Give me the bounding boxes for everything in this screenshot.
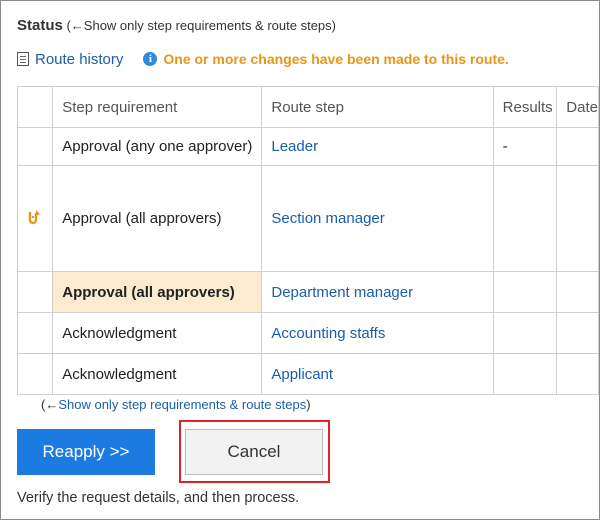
date-cell [556, 312, 599, 354]
route-step-link[interactable]: Accounting staffs [271, 325, 385, 342]
route-step-cell: Department manager [261, 271, 494, 313]
step-requirement-cell: Acknowledgment [52, 353, 263, 395]
header-step-requirement: Step requirement [52, 86, 263, 128]
show-step-requirements-link-bottom[interactable]: Show only step requirements & route step… [58, 397, 306, 412]
status-header: Status (←Show only step requirements & r… [17, 17, 336, 34]
step-requirement-cell: Approval (all approvers) [52, 165, 263, 272]
route-changed-notice: One or more changes have been made to th… [163, 51, 509, 67]
document-icon [17, 52, 29, 66]
route-step-link[interactable]: Department manager [271, 284, 413, 301]
step-requirement-cell-current: Approval (all approvers) [52, 271, 263, 313]
bottom-toggle: (←Show only step requirements & route st… [41, 397, 311, 412]
table-row: Approval (all approvers) Section manager [16, 165, 599, 272]
row-marker [16, 353, 54, 395]
route-step-link[interactable]: Leader [271, 138, 318, 155]
route-step-cell: Accounting staffs [261, 312, 494, 354]
bottom-paren-close: ) [306, 397, 311, 412]
table-row: Acknowledgment Applicant [16, 353, 599, 395]
header-date: Date [556, 86, 599, 128]
results-cell [492, 271, 558, 313]
results-cell: - [492, 127, 558, 166]
results-cell [492, 165, 558, 272]
bottom-paren-open: (← [41, 397, 59, 412]
header-results: Results [492, 86, 558, 128]
table-row: Approval (all approvers) Department mana… [16, 271, 599, 313]
sent-back-icon [27, 209, 43, 225]
route-step-cell: Section manager [261, 165, 494, 272]
route-history-link[interactable]: Route history [35, 51, 123, 68]
table-row: Acknowledgment Accounting staffs [16, 312, 599, 354]
date-cell [556, 353, 599, 395]
reapply-button[interactable]: Reapply >> [17, 429, 155, 475]
status-paren-close: ) [331, 18, 336, 33]
cancel-button[interactable]: Cancel [185, 429, 323, 475]
row-marker [16, 127, 54, 166]
step-requirement-cell: Acknowledgment [52, 312, 263, 354]
route-step-link[interactable]: Section manager [271, 210, 384, 227]
results-cell [492, 353, 558, 395]
results-cell [492, 312, 558, 354]
table-row: Approval (any one approver) Leader - [16, 127, 599, 166]
date-cell [556, 271, 599, 313]
route-step-cell: Leader [261, 127, 494, 166]
row-marker [16, 271, 54, 313]
table-header-row: Step requirement Route step Results Date [16, 86, 599, 128]
step-requirement-cell: Approval (any one approver) [52, 127, 263, 166]
route-steps-table: Step requirement Route step Results Date… [16, 86, 599, 395]
show-step-requirements-link[interactable]: Show only step requirements & route step… [84, 18, 332, 33]
status-paren-open: (← [62, 18, 84, 33]
header-route-step: Route step [261, 86, 494, 128]
info-row: Route history i One or more changes have… [17, 49, 509, 69]
status-title: Status [17, 17, 63, 34]
instruction-text: Verify the request details, and then pro… [17, 490, 300, 506]
date-cell [556, 127, 599, 166]
row-marker [16, 165, 54, 272]
row-marker [16, 312, 54, 354]
header-marker [16, 86, 54, 128]
route-step-cell: Applicant [261, 353, 494, 395]
date-cell [556, 165, 599, 272]
route-step-link[interactable]: Applicant [271, 366, 333, 383]
info-icon: i [143, 52, 158, 66]
